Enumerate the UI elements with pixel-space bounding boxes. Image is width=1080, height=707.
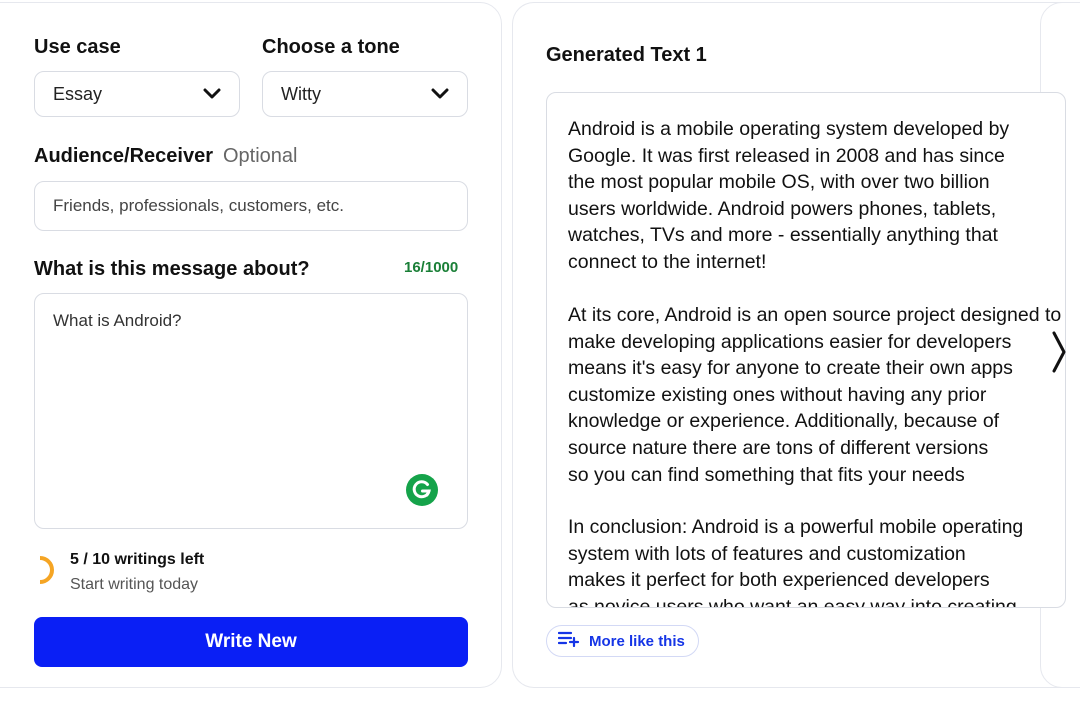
optional-tag: Optional [222,145,298,167]
audience-label: Audience/Receiver Optional [34,145,297,168]
generated-line: knowledge or experience. Additionally, b… [568,410,1000,433]
audience-label-text: Audience/Receiver [34,145,213,167]
message-textarea[interactable]: What is Android? [34,293,468,529]
playlist-add-icon [557,631,580,651]
quota-progress-icon [38,555,62,585]
generated-line: In conclusion: Android is a powerful mob… [568,516,1024,538]
generated-line: source nature there are tons of differen… [568,436,989,459]
more-like-this-label: More like this [589,632,685,650]
write-new-button[interactable]: Write New [34,617,468,667]
generated-line: make developing applications easier for … [568,330,1012,353]
audience-input[interactable]: Friends, professionals, customers, etc. [34,181,468,231]
generated-line: connect to the internet! [568,250,767,273]
generated-title: Generated Text 1 [546,44,707,66]
generated-text-box[interactable]: Android is a mobile operating system dev… [546,92,1066,608]
audience-placeholder: Friends, professionals, customers, etc. [53,196,345,215]
generated-line: as novice users who want an easy way int… [568,595,1017,608]
chevron-down-icon [203,85,221,103]
quota-subtext: Start writing today [70,576,199,593]
use-case-select[interactable]: Essay [34,71,240,117]
chevron-right-icon[interactable] [1048,322,1070,382]
generated-line: watches, TVs and more - essentially anyt… [568,224,998,247]
generated-paragraph: Android is a mobile operating system dev… [568,116,1065,276]
message-text: What is Android? [53,311,182,330]
tone-value: Witty [281,83,321,104]
generated-line: At its core, Android is an open source p… [568,304,1062,326]
tone-select[interactable]: Witty [262,71,468,117]
generated-line: customize existing ones without having a… [568,383,987,406]
message-label: What is this message about? [34,258,310,280]
quota-progress-arc [38,556,54,584]
tone-label: Choose a tone [262,36,400,58]
generated-paragraph: At its core, Android is an open source p… [568,302,1065,488]
generated-line: Google. It was first released in 2008 an… [568,144,1005,167]
generated-line: so you can find something that fits your… [568,463,965,486]
use-case-value: Essay [53,83,103,104]
quota-count: 5 / 10 writings left [70,551,205,568]
grammarly-icon[interactable] [406,474,438,506]
character-counter: 16/1000 [404,259,459,276]
chevron-down-icon [431,85,449,103]
use-case-label: Use case [34,36,121,58]
write-new-label: Write New [205,631,297,652]
generated-line: Android is a mobile operating system dev… [568,118,1010,140]
more-like-this-button[interactable]: More like this [546,625,699,657]
generated-line: system with lots of features and customi… [568,542,966,565]
generated-line: users worldwide. Android powers phones, … [568,197,997,220]
generated-line: means it's easy for anyone to create the… [568,357,1013,380]
generated-line: the most popular mobile OS, with over tw… [568,171,990,194]
generated-line: makes it perfect for both experienced de… [568,569,990,592]
generated-paragraph: In conclusion: Android is a powerful mob… [568,514,1065,608]
